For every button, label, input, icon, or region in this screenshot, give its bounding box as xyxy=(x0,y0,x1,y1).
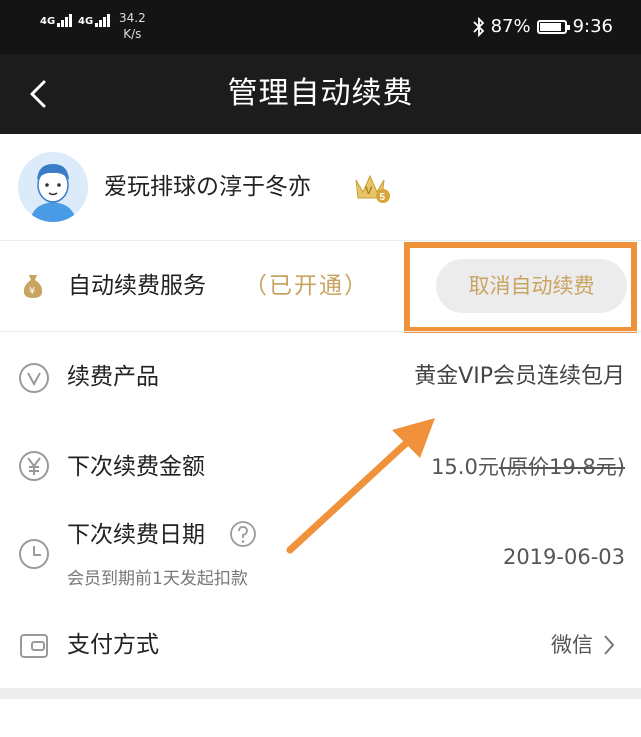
auto-renew-status: （已开通） xyxy=(244,273,369,299)
annotation-arrow xyxy=(286,418,435,554)
yen-circle-icon xyxy=(19,451,49,481)
svg-text:5: 5 xyxy=(380,192,386,203)
battery-icon xyxy=(536,20,570,34)
renewal-product-value: 黄金VIP会员连续包月 xyxy=(414,364,625,389)
original-price: (原价19.8元) xyxy=(498,455,625,479)
vip-crown-icon: V 5 xyxy=(355,174,390,203)
signal-bars-icon xyxy=(57,14,73,27)
avatar[interactable] xyxy=(18,152,88,222)
section-divider xyxy=(0,688,641,699)
network-speed: 34.2 K/s xyxy=(119,11,146,41)
money-bag-icon: ¥ xyxy=(23,275,43,298)
question-circle-icon[interactable] xyxy=(229,520,257,548)
renewal-product-label: 续费产品 xyxy=(67,364,159,390)
title-bar: 管理自动续费 xyxy=(0,54,641,134)
next-date-value: 2019-06-03 xyxy=(502,545,625,569)
username: 爱玩排球の淳于冬亦 xyxy=(104,174,311,200)
cancel-auto-renew-button[interactable]: 取消自动续费 xyxy=(436,259,627,313)
status-right: 87% 9:36 xyxy=(472,16,613,38)
signal-strength-2: 4G xyxy=(78,14,111,27)
wallet-icon xyxy=(20,634,48,658)
signal-bars-icon xyxy=(95,14,111,27)
next-date-label: 下次续费日期 xyxy=(67,522,205,548)
clock-icon xyxy=(19,539,49,569)
svg-text:V: V xyxy=(365,185,373,197)
clock-time: 9:36 xyxy=(572,16,613,37)
svg-text:¥: ¥ xyxy=(29,286,35,297)
page-title: 管理自动续费 xyxy=(227,76,414,111)
status-bar: 4G 4G 34.2 K/s 87% 9:36 xyxy=(0,0,641,54)
v-circle-icon xyxy=(19,363,49,393)
divider xyxy=(0,331,641,332)
payment-method-label: 支付方式 xyxy=(67,632,159,658)
charge-hint: 会员到期前1天发起扣款 xyxy=(67,569,248,589)
bluetooth-icon xyxy=(472,17,484,37)
battery-percent: 87% xyxy=(490,16,531,37)
auto-renew-service-label: 自动续费服务 xyxy=(68,273,206,299)
payment-method-value[interactable]: 微信 xyxy=(551,628,593,662)
signal-strength-1: 4G xyxy=(40,14,73,27)
divider xyxy=(0,240,641,241)
next-amount-value: 15.0元(原价19.8元) xyxy=(431,455,625,479)
chevron-right-icon[interactable] xyxy=(601,632,617,658)
avatar-illustration-icon xyxy=(18,152,88,222)
next-amount-label: 下次续费金额 xyxy=(67,454,205,480)
